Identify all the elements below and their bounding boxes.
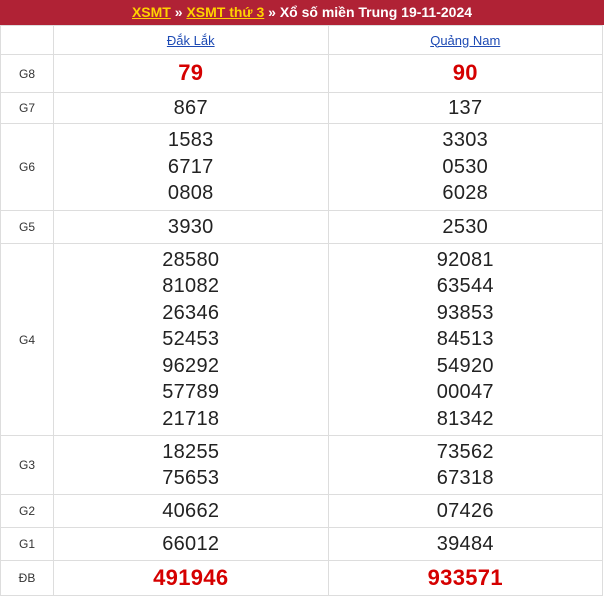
province-header-cell: Đắk Lắk (53, 25, 329, 55)
prize-label: ĐB (0, 560, 54, 596)
lottery-number: 6717 (167, 155, 214, 178)
breadcrumb-xsmt-link[interactable]: XSMT (132, 4, 171, 20)
prize-row: G3 18255 75653 73562 67318 (0, 435, 603, 495)
results-header: XSMT » XSMT thứ 3 » Xổ số miền Trung 19-… (0, 0, 604, 25)
lottery-number: 96292 (162, 354, 220, 377)
prize-label: G6 (0, 123, 54, 211)
prize-cell: 73562 67318 (327, 435, 603, 495)
prize-header-cell (0, 25, 54, 55)
province-link-dak-lak[interactable]: Đắk Lắk (167, 33, 215, 48)
prize-row: G7 867 137 (0, 92, 603, 124)
prize-label: G1 (0, 527, 54, 561)
lottery-number: 18255 (162, 440, 220, 463)
lottery-number: 39484 (436, 532, 494, 555)
lottery-number: 3930 (167, 215, 214, 238)
lottery-number: 6028 (442, 182, 489, 205)
prize-label: G5 (0, 210, 54, 244)
lottery-number: 07426 (436, 499, 494, 522)
prize-cell: 39484 (327, 527, 603, 561)
lottery-number: 81082 (162, 275, 220, 298)
prize-label: G2 (0, 494, 54, 528)
prize-label: G3 (0, 435, 54, 495)
prize-label: G7 (0, 92, 54, 124)
lottery-number: 67318 (436, 467, 494, 489)
prize-cell: 90 (327, 54, 603, 93)
lottery-number: 00047 (436, 381, 494, 404)
lottery-number: 73562 (436, 440, 494, 463)
prize-cell: 933571 (327, 560, 603, 596)
prize-row: G6 1583 6717 0808 3303 0530 6028 (0, 123, 603, 211)
lottery-number: 491946 (153, 564, 229, 590)
prize-cell: 137 (327, 92, 603, 124)
lottery-number: 0530 (442, 155, 489, 178)
prize-row: G5 3930 2530 (0, 210, 603, 244)
prize-cell: 867 (53, 92, 329, 124)
breadcrumb-xsmt-tuesday-link[interactable]: XSMT thứ 3 (186, 4, 264, 20)
lottery-number: 57789 (162, 381, 220, 404)
lottery-number: 54920 (436, 354, 494, 377)
prize-cell: 18255 75653 (53, 435, 329, 495)
lottery-number: 66012 (162, 532, 220, 555)
prize-cell: 491946 (53, 560, 329, 596)
prize-label: G4 (0, 243, 54, 436)
prize-cell: 2530 (327, 210, 603, 244)
lottery-number: 1583 (167, 129, 214, 152)
prize-row: G8 79 90 (0, 54, 603, 93)
results-table: Đắk Lắk Quảng Nam G8 79 90 G7 867 137 G6 1583 67… (0, 25, 603, 596)
prize-cell: 79 (53, 54, 329, 93)
lottery-number: 2530 (442, 215, 489, 238)
lottery-number: 93853 (436, 301, 494, 324)
prize-cell: 92081 63544 93853 84513 54920 00047 81342 (327, 243, 603, 436)
lottery-number: 933571 (427, 564, 503, 590)
lottery-number: 0808 (167, 182, 214, 205)
province-header-cell: Quảng Nam (327, 25, 603, 55)
prize-cell: 40662 (53, 494, 329, 528)
lottery-number: 21718 (162, 407, 220, 430)
province-link-quang-nam[interactable]: Quảng Nam (430, 33, 500, 48)
lottery-number: 75653 (162, 467, 220, 489)
lottery-number: 84513 (436, 328, 494, 351)
lottery-number: 26346 (162, 301, 220, 324)
lottery-number: 81342 (436, 407, 494, 430)
lottery-number: 40662 (162, 499, 220, 522)
prize-cell: 28580 81082 26346 52453 96292 57789 21718 (53, 243, 329, 436)
prize-cell: 66012 (53, 527, 329, 561)
lottery-number: 3303 (442, 129, 489, 152)
page-title: Xổ số miền Trung 19-11-2024 (279, 4, 473, 20)
results-page: XSMT » XSMT thứ 3 » Xổ số miền Trung 19-… (0, 0, 604, 597)
prize-cell: 3303 0530 6028 (327, 123, 603, 211)
lottery-number: 28580 (162, 248, 220, 271)
prize-row: ĐB 491946 933571 (0, 560, 603, 596)
lottery-number: 52453 (162, 328, 220, 351)
prize-cell: 1583 6717 0808 (53, 123, 329, 211)
lottery-number: 63544 (436, 275, 494, 298)
prize-row: G1 66012 39484 (0, 527, 603, 561)
prize-row: G2 40662 07426 (0, 494, 603, 528)
prize-row: G4 28580 81082 26346 52453 96292 57789 21718 920… (0, 243, 603, 436)
lottery-number: 137 (448, 96, 483, 119)
prize-cell: 07426 (327, 494, 603, 528)
lottery-number: 92081 (436, 248, 494, 271)
prize-label: G8 (0, 54, 54, 93)
lottery-number: 79 (178, 60, 204, 86)
breadcrumb-separator: » (268, 4, 276, 20)
breadcrumb-separator: » (174, 4, 183, 20)
province-header-row: Đắk Lắk Quảng Nam (0, 25, 603, 55)
lottery-number: 90 (452, 60, 478, 86)
prize-cell: 3930 (53, 210, 329, 244)
lottery-number: 867 (173, 96, 208, 119)
